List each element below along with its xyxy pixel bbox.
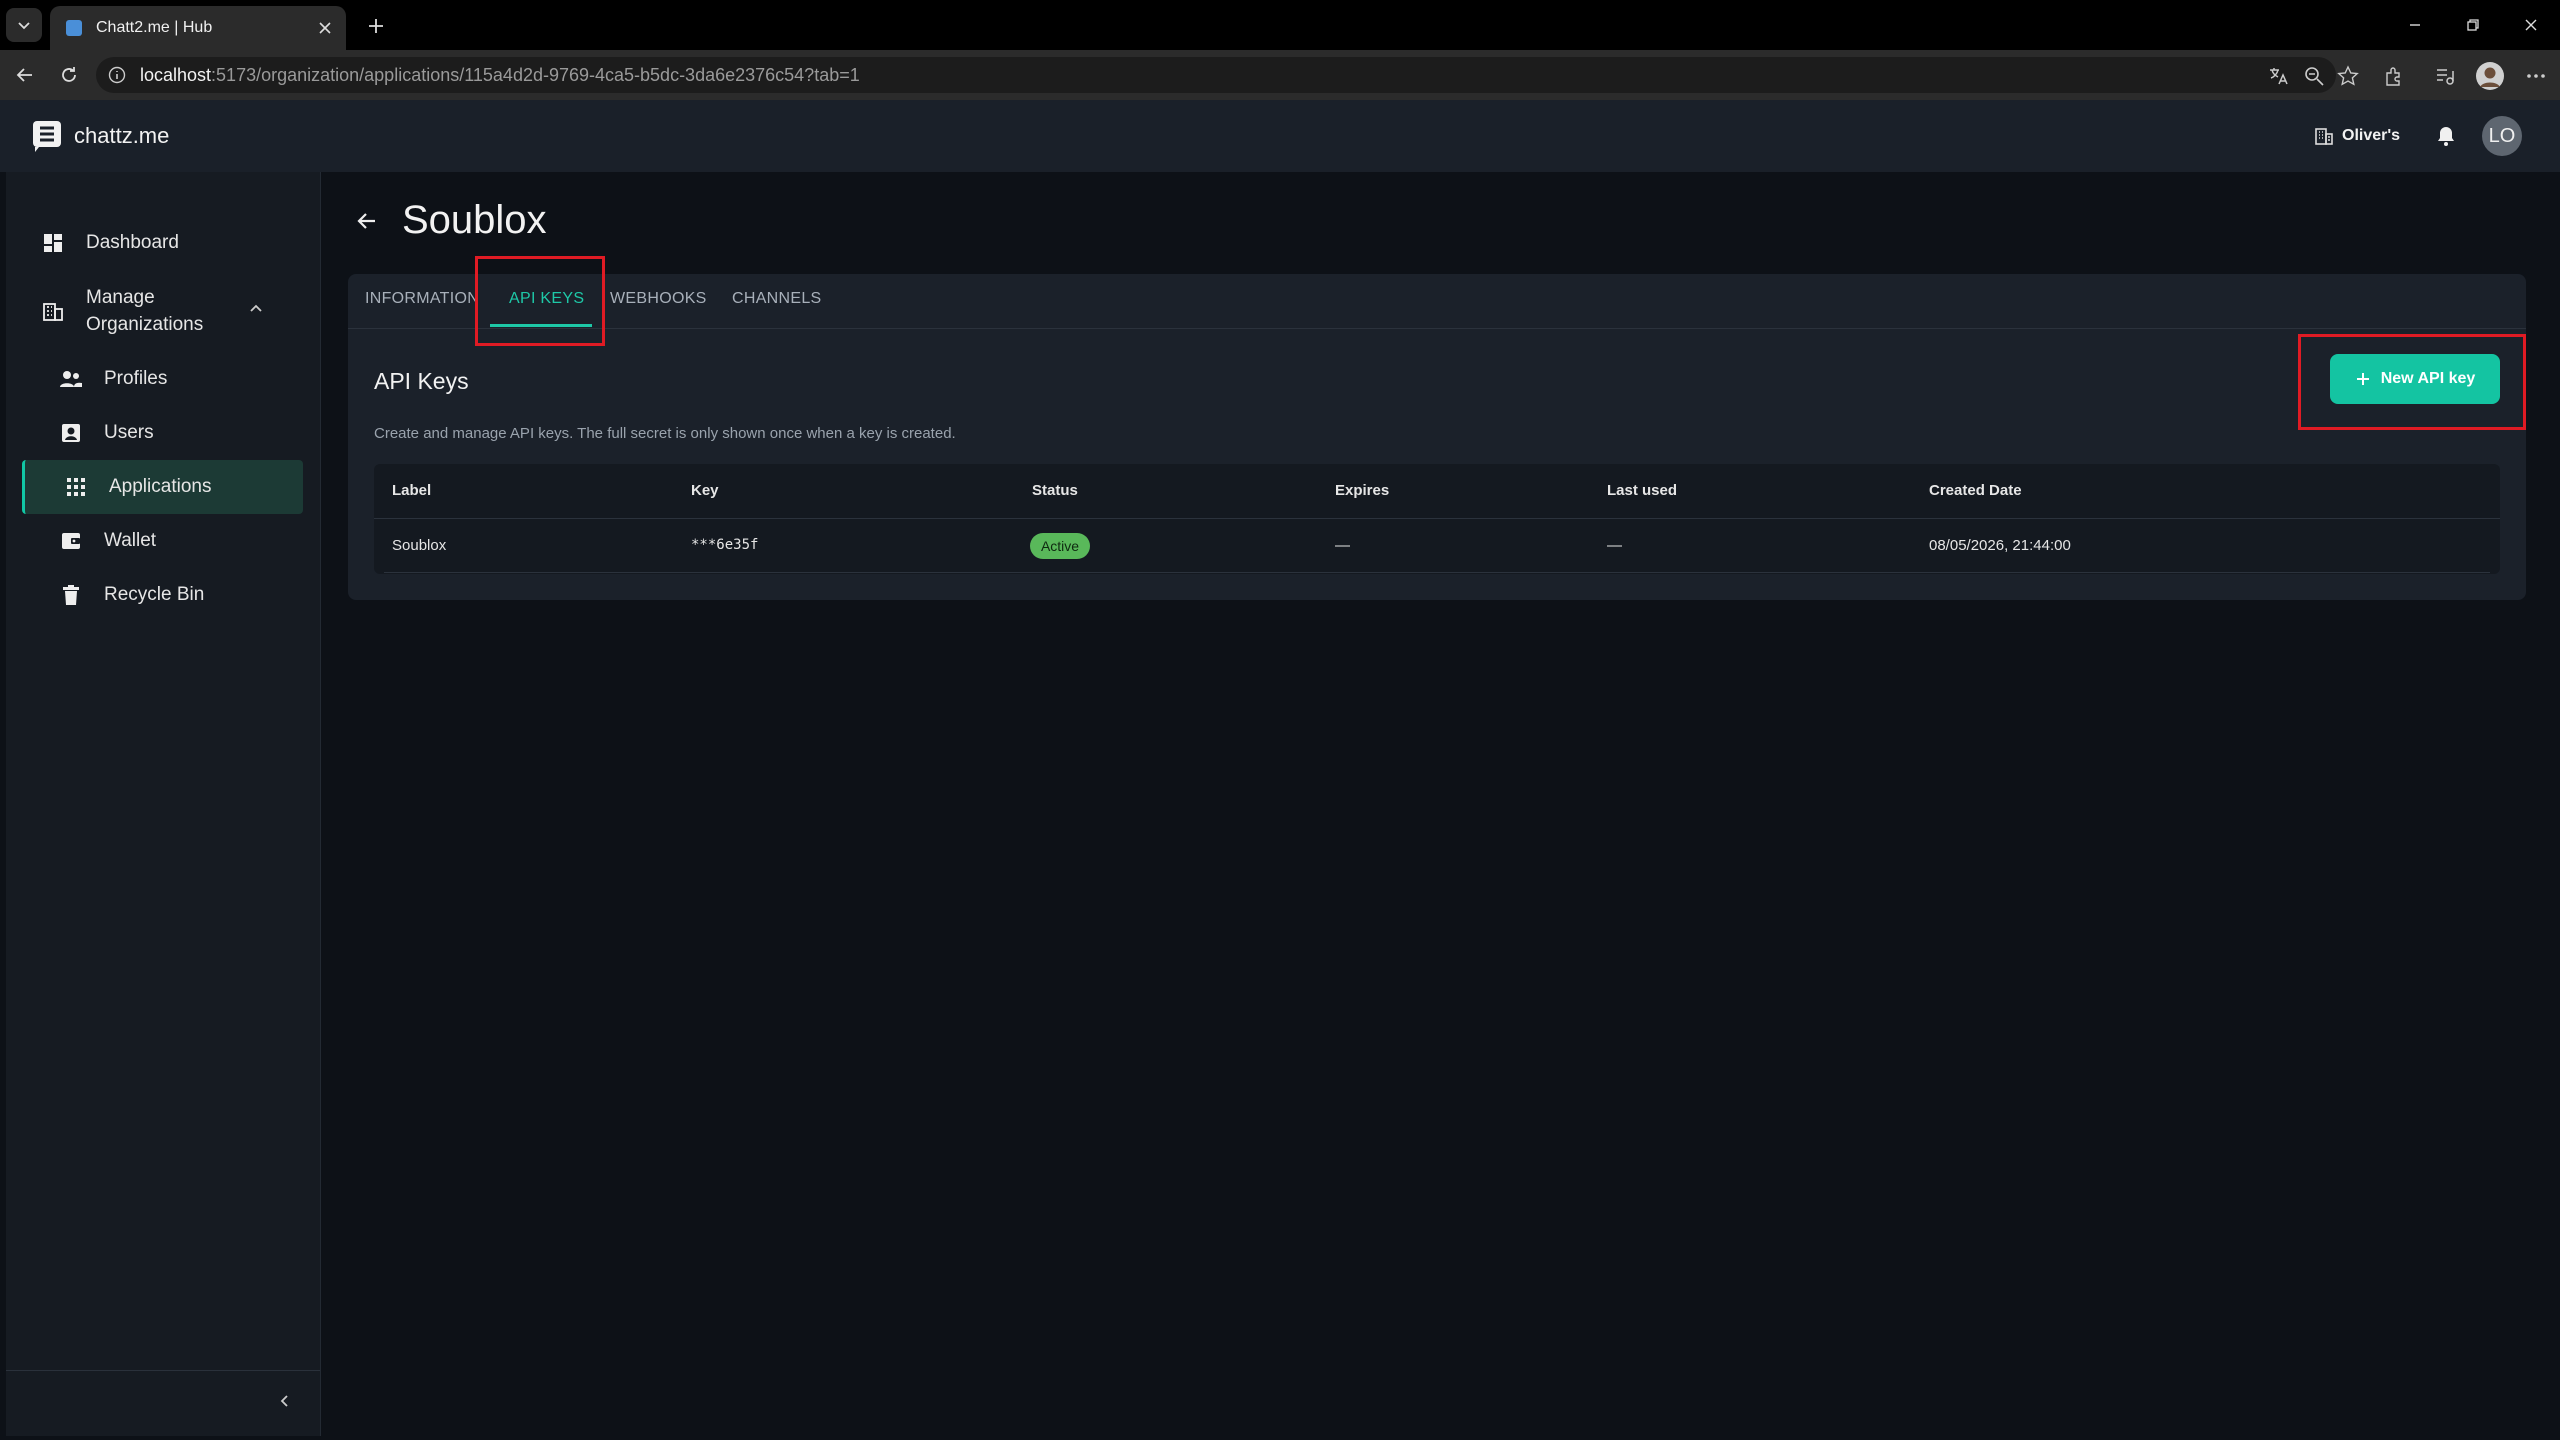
address-bar[interactable]: localhost:5173/organization/applications… <box>96 57 2336 93</box>
reload-button[interactable] <box>52 58 86 92</box>
section-title: API Keys <box>374 368 469 394</box>
notifications-button[interactable] <box>2432 122 2460 150</box>
org-name: Oliver's <box>2342 127 2401 144</box>
sidebar-item-applications[interactable]: Applications <box>22 460 303 514</box>
cell-last-used: — <box>1607 537 1622 554</box>
tab-list-button[interactable] <box>6 8 42 42</box>
close-tab-button[interactable] <box>310 13 340 43</box>
page-title: Soublox <box>402 198 547 242</box>
apps-grid-icon <box>63 474 89 500</box>
sidebar-item-label: Applications <box>109 476 212 497</box>
column-header-created-date: Created Date <box>1929 482 2022 499</box>
back-button[interactable] <box>352 206 382 236</box>
sidebar-item-label: Dashboard <box>86 232 179 253</box>
highlight-box-button <box>2298 334 2526 430</box>
sidebar-item-label: Users <box>104 422 154 443</box>
chevron-down-icon <box>18 22 30 30</box>
column-header-label: Label <box>392 482 432 499</box>
reload-icon <box>62 67 76 82</box>
tab-channels[interactable]: CHANNELS <box>732 290 822 308</box>
back-nav-button[interactable] <box>8 58 42 92</box>
dashboard-icon <box>40 230 66 256</box>
url-host: localhost <box>140 64 212 85</box>
sidebar-item-label: Wallet <box>104 530 157 551</box>
sidebar-item-users[interactable]: Users <box>58 420 154 446</box>
people-icon <box>58 366 84 392</box>
close-window-button[interactable] <box>2502 0 2560 50</box>
browser-tab[interactable]: Chatt2.me | Hub <box>50 6 346 50</box>
tab-information[interactable]: INFORMATION <box>365 290 479 308</box>
minimize-button[interactable] <box>2386 0 2444 50</box>
chevron-up-icon[interactable] <box>248 300 264 322</box>
extensions-icon[interactable] <box>2382 64 2406 88</box>
section-description: Create and manage API keys. The full sec… <box>374 425 956 442</box>
user-avatar[interactable]: LO <box>2482 116 2522 156</box>
cell-key: ***6e35f <box>691 537 759 553</box>
column-header-status: Status <box>1032 482 1078 499</box>
cell-created-date: 08/05/2026, 21:44:00 <box>1929 537 2071 554</box>
sidebar-item-manage-organizations[interactable]: Manage Organizations <box>40 284 280 338</box>
arrow-left-icon <box>16 68 32 82</box>
url-text: localhost:5173/organization/applications… <box>140 65 860 86</box>
star-icon[interactable] <box>2336 64 2360 88</box>
zoom-icon[interactable] <box>2302 64 2326 88</box>
chat-logo-icon <box>33 121 61 152</box>
chevron-left-icon <box>280 1395 288 1407</box>
restore-icon <box>2467 19 2479 31</box>
new-tab-button[interactable] <box>360 10 392 42</box>
favicon-icon <box>66 20 82 36</box>
close-icon <box>319 22 331 34</box>
table-header-divider <box>374 518 2500 519</box>
user-badge-icon <box>58 420 84 446</box>
building-icon <box>40 298 66 324</box>
minimize-icon <box>2410 24 2420 26</box>
sidebar-item-label: Recycle Bin <box>104 584 205 605</box>
status-badge: Active <box>1030 533 1090 559</box>
restore-button[interactable] <box>2444 0 2502 50</box>
sidebar-item-dashboard[interactable]: Dashboard <box>40 230 179 256</box>
site-info-icon[interactable] <box>108 66 126 84</box>
column-header-key: Key <box>691 482 719 499</box>
tab-webhooks[interactable]: WEBHOOKS <box>610 290 707 308</box>
profile-avatar-icon[interactable] <box>2474 60 2506 92</box>
translate-icon[interactable] <box>2266 64 2290 88</box>
plus-icon <box>369 19 383 33</box>
sidebar-item-label: Profiles <box>104 368 168 389</box>
wallet-icon <box>58 528 84 554</box>
arrow-left-icon <box>357 213 375 229</box>
column-header-last-used: Last used <box>1607 482 1678 499</box>
sidebar-item-label: Manage Organizations <box>86 287 204 335</box>
cell-expires: — <box>1335 537 1350 554</box>
sidebar <box>6 172 321 1436</box>
table-row-divider <box>384 572 2490 573</box>
app-logo[interactable]: chattz.me <box>30 118 169 154</box>
collapse-sidebar-button[interactable] <box>270 1386 300 1416</box>
trash-icon <box>58 582 84 608</box>
organization-selector[interactable]: Oliver's <box>2314 122 2400 150</box>
sidebar-item-profiles[interactable]: Profiles <box>58 366 167 392</box>
browser-tab-title: Chatt2.me | Hub <box>96 19 213 36</box>
app-header <box>0 100 2560 172</box>
media-icon[interactable] <box>2432 64 2456 88</box>
highlight-box-tab <box>475 256 605 346</box>
logo-text: chattz.me <box>74 123 170 148</box>
bell-icon <box>2438 127 2454 146</box>
more-menu-icon[interactable] <box>2524 64 2548 88</box>
sidebar-item-recycle-bin[interactable]: Recycle Bin <box>58 582 204 608</box>
url-path: :5173/organization/applications/115a4d2d… <box>211 64 860 85</box>
api-keys-table <box>374 464 2500 574</box>
sidebar-item-wallet[interactable]: Wallet <box>58 528 156 554</box>
close-icon <box>2525 19 2537 31</box>
column-header-expires: Expires <box>1335 482 1390 499</box>
cell-label: Soublox <box>392 537 447 554</box>
building-icon <box>2314 126 2334 146</box>
sidebar-divider <box>6 1370 320 1371</box>
